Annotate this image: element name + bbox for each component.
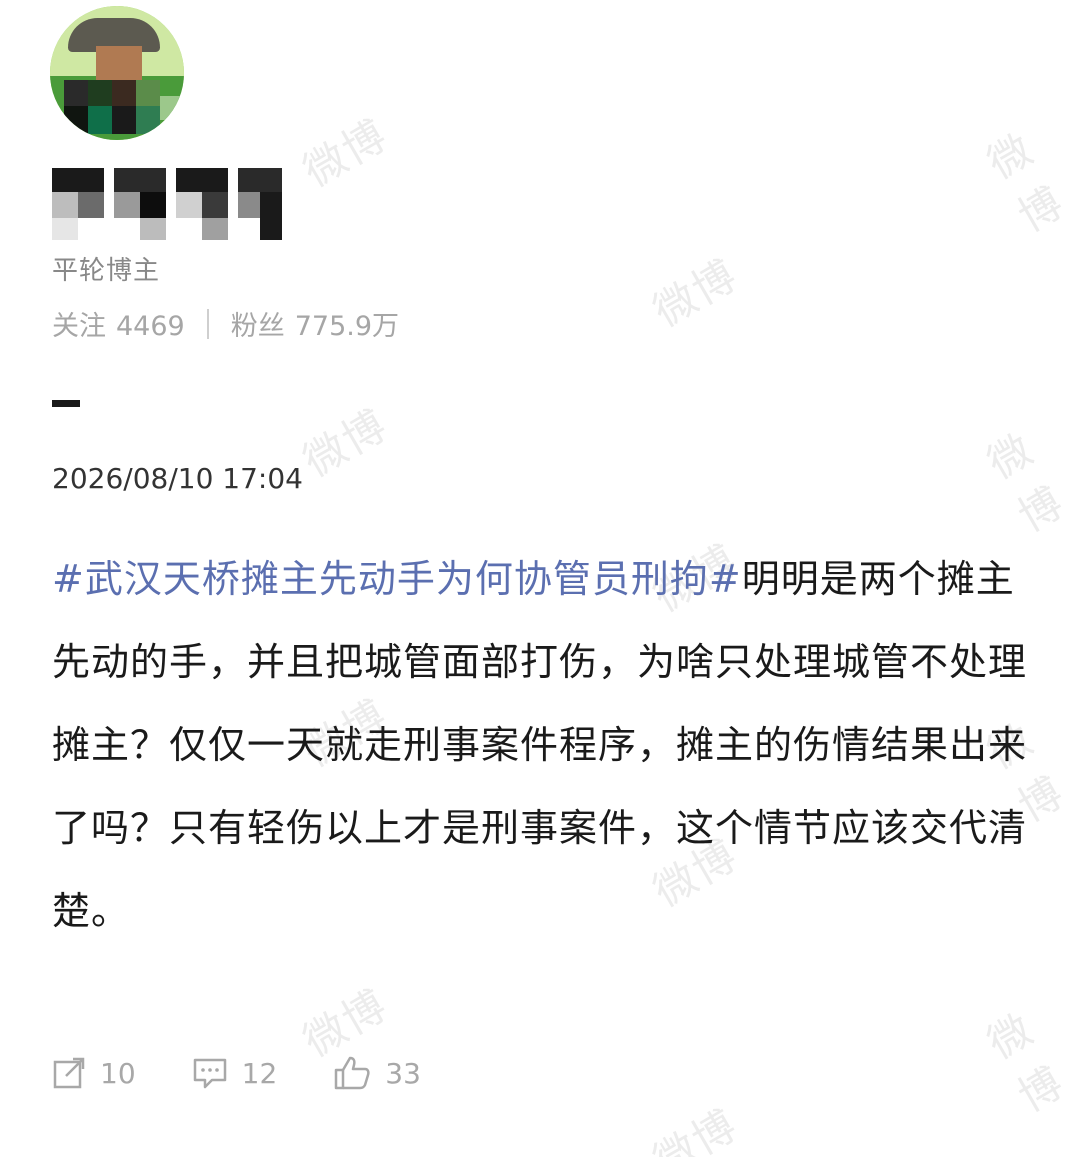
section-divider <box>52 400 80 407</box>
repost-button[interactable]: 10 <box>52 1056 136 1090</box>
watermark: 微博 <box>979 423 1073 542</box>
watermark: 微博 <box>979 123 1073 242</box>
watermark: 微博 <box>295 399 396 487</box>
watermark: 微博 <box>295 109 396 197</box>
following-label: 关注 <box>52 311 106 342</box>
comment-icon <box>193 1058 226 1089</box>
hashtag-link[interactable]: #武汉天桥摊主先动手为何协管员刑拘# <box>52 557 742 601</box>
like-count: 33 <box>385 1056 421 1090</box>
watermark: 微博 <box>645 249 746 337</box>
repost-icon <box>53 1057 85 1089</box>
following-count: 4469 <box>116 311 185 342</box>
comment-count: 12 <box>241 1056 278 1090</box>
post-content: #武汉天桥摊主先动手为何协管员刑拘#明明是两个摊主先动的手，并且把城管面部打伤，… <box>52 538 1032 953</box>
stats-divider <box>206 308 209 339</box>
watermark: 微博 <box>645 1099 746 1157</box>
post-timestamp: 2026/08/10 17:04 <box>52 462 303 495</box>
profile-stats: 关注 4469 粉丝 775.9万 <box>52 304 399 343</box>
followers-count: 775.9万 <box>294 311 400 342</box>
post-actions: 10 12 33 <box>52 1055 477 1091</box>
like-button[interactable]: 33 <box>333 1055 421 1091</box>
followers-label: 粉丝 <box>230 311 285 342</box>
avatar[interactable] <box>50 6 184 140</box>
account-name[interactable] <box>52 160 292 240</box>
thumbs-up-icon <box>335 1056 370 1090</box>
weibo-post-page: 微博 微博 微博 微博 微博 微博 微博 微博 微博 微博 微博 微博 平轮博主… <box>0 0 1080 1157</box>
watermark: 微博 <box>979 1003 1073 1122</box>
account-verification-label: 平轮博主 <box>52 256 161 286</box>
comment-button[interactable]: 12 <box>192 1056 278 1090</box>
followers-stat[interactable]: 粉丝 775.9万 <box>231 304 399 343</box>
following-stat[interactable]: 关注 4469 <box>52 304 185 343</box>
repost-count: 10 <box>100 1056 136 1090</box>
post-body: 明明是两个摊主先动的手，并且把城管面部打伤，为啥只处理城管不处理摊主？仅仅一天就… <box>52 557 1028 933</box>
